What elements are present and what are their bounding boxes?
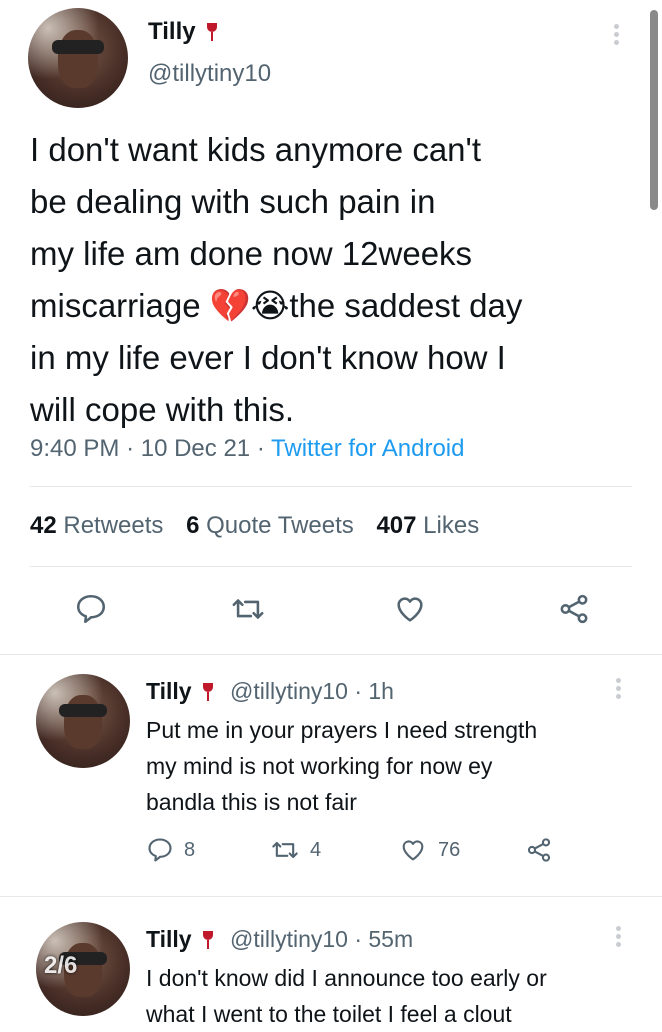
divider [0, 654, 662, 655]
divider [30, 566, 632, 567]
quotes-stat[interactable]: 6 Quote Tweets [186, 512, 354, 539]
tweet-text: I don't want kids anymore can't be deali… [30, 131, 523, 428]
avatar[interactable] [36, 674, 130, 768]
reply-header: Tilly @tillytiny10 · 1h [146, 678, 394, 705]
like-icon [397, 597, 423, 622]
wine-glass-icon [202, 930, 214, 951]
tweet-source[interactable]: Twitter for Android [271, 435, 464, 462]
reply-button[interactable]: 8 [146, 836, 195, 864]
like-button[interactable]: 76 [398, 836, 460, 864]
more-icon[interactable] [616, 926, 622, 950]
share-icon [560, 594, 588, 624]
video-overlay-label: 2/6 [44, 952, 78, 979]
share-icon [527, 838, 551, 862]
reply-header: Tilly @tillytiny10 · 55m [146, 926, 413, 953]
handle[interactable]: @tillytiny10 [230, 926, 348, 952]
divider [0, 896, 662, 897]
more-icon[interactable] [614, 24, 620, 48]
retweet-button[interactable] [230, 592, 266, 626]
retweet-button[interactable]: 4 [270, 836, 321, 864]
reply-count: 8 [184, 838, 196, 861]
display-name[interactable]: Tilly [146, 926, 192, 952]
broken-heart-emoji: 💔 [209, 287, 251, 324]
likes-stat[interactable]: 407 Likes [376, 512, 479, 539]
reply-text: Put me in your prayers I need strength m… [146, 717, 538, 815]
display-name[interactable]: Tilly [148, 18, 196, 45]
crying-face-emoji: 😭 [250, 287, 290, 324]
display-name[interactable]: Tilly [146, 678, 192, 704]
reply-button[interactable] [74, 592, 108, 626]
like-icon [402, 840, 424, 861]
tweet-time[interactable]: 9:40 PM [30, 435, 119, 462]
divider [30, 486, 632, 487]
author-handle[interactable]: @tillytiny10 [148, 60, 271, 88]
retweet-count: 4 [310, 838, 322, 861]
share-button[interactable] [524, 836, 554, 864]
retweet-icon [272, 841, 298, 859]
author-name[interactable]: Tilly [148, 18, 218, 46]
reply-icon [76, 594, 106, 624]
like-count: 76 [438, 838, 461, 861]
tweet-date[interactable]: 10 Dec 21 [141, 435, 250, 462]
tweet-stats: 42 Retweets 6 Quote Tweets 407 Likes [30, 512, 479, 540]
scrollbar[interactable] [650, 10, 658, 210]
retweets-stat[interactable]: 42 Retweets [30, 512, 163, 539]
share-button[interactable] [556, 592, 592, 626]
reply-text: I don't know did I announce too early or… [146, 965, 547, 1027]
reply-time[interactable]: · 55m [354, 926, 413, 952]
avatar[interactable] [28, 8, 128, 108]
wine-glass-icon [206, 22, 218, 43]
more-icon[interactable] [616, 678, 622, 702]
reply-time[interactable]: · 1h [354, 678, 394, 704]
tweet-meta: 9:40 PM · 10 Dec 21 · Twitter for Androi… [30, 435, 465, 462]
like-button[interactable] [392, 592, 428, 626]
handle[interactable]: @tillytiny10 [230, 678, 348, 704]
wine-glass-icon [202, 682, 214, 703]
reply-icon [148, 838, 172, 862]
retweet-icon [232, 599, 264, 619]
